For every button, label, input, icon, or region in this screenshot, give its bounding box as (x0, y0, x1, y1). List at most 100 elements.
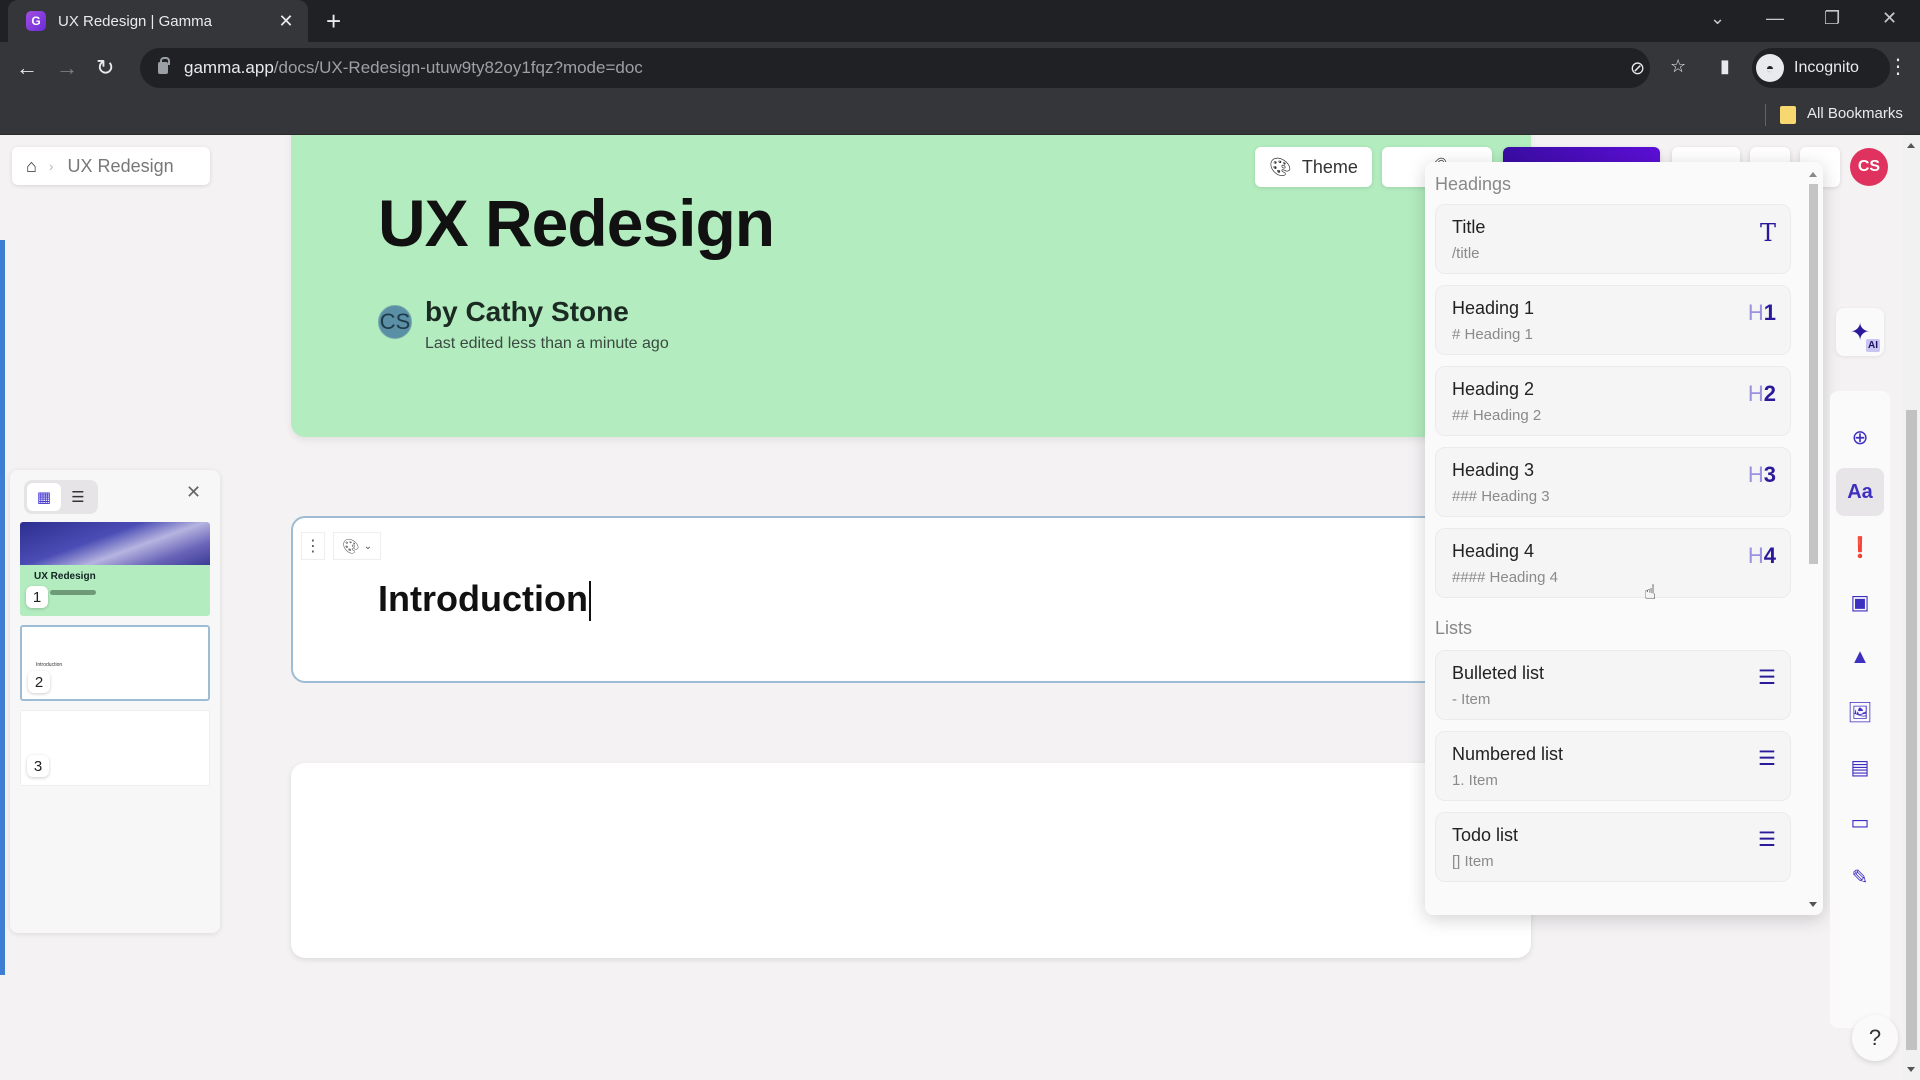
heading-4-icon: H4 (1747, 543, 1776, 568)
scroll-down-arrow[interactable] (1907, 1067, 1915, 1072)
chevron-down-icon: ⌄ (363, 540, 373, 552)
forward-button[interactable]: → (56, 55, 78, 81)
card-style-button[interactable]: 🎨︎ ⌄ (333, 532, 381, 560)
incognito-label: Incognito (1794, 59, 1859, 76)
restore-button[interactable]: ❐ (1824, 8, 1840, 29)
slide-number: 3 (27, 755, 49, 777)
intro-heading[interactable]: Introduction (378, 578, 591, 622)
scroll-down-arrow[interactable] (1809, 902, 1817, 907)
ai-assistant-button[interactable]: ✦ AI (1836, 308, 1884, 356)
form-edit-icon[interactable]: ✎ (1836, 853, 1884, 901)
back-button[interactable]: ← (16, 55, 38, 81)
eye-off-icon[interactable]: ⊘ (1630, 58, 1645, 79)
all-bookmarks-button[interactable]: All Bookmarks (1807, 105, 1903, 122)
browser-menu-icon[interactable]: ⋮ (1888, 54, 1908, 79)
page-scrollbar[interactable] (1903, 135, 1920, 1080)
item-label: Heading 3 (1452, 460, 1535, 480)
reload-button[interactable]: ↻ (96, 55, 114, 81)
slide-thumb-2[interactable]: Introduction 2 (20, 625, 210, 701)
item-hint: - Item (1452, 691, 1491, 708)
theme-button[interactable]: 🎨︎ Theme (1255, 147, 1372, 187)
list-view-icon[interactable]: ☰ (61, 483, 95, 511)
item-label: Todo list (1452, 825, 1519, 845)
author-name: by Cathy Stone (425, 296, 629, 327)
item-hint: ### Heading 3 (1452, 488, 1550, 505)
thumb-title: Introduction (36, 662, 63, 668)
menu-item-heading-1[interactable]: Heading 1 # Heading 1 H1 (1435, 285, 1791, 355)
slide-number: 2 (28, 671, 50, 693)
callout-icon[interactable]: ❗ (1836, 523, 1884, 571)
url-path: /docs/UX-Redesign-utuw9ty82oy1fqz?mode=d… (273, 58, 643, 77)
scroll-up-arrow[interactable] (1809, 172, 1817, 177)
chevron-right-icon: › (48, 158, 54, 174)
item-label: Numbered list (1452, 744, 1564, 764)
shapes-icon[interactable]: ▲ (1836, 633, 1884, 681)
help-button[interactable]: ? (1852, 1015, 1898, 1061)
menu-item-todo-list[interactable]: Todo list [] Item ☰ (1435, 812, 1791, 882)
folder-icon (1780, 106, 1796, 124)
heading-2-icon: H2 (1747, 381, 1776, 406)
browser-tab[interactable]: G UX Redesign | Gamma ✕ (8, 0, 308, 42)
home-icon[interactable]: ⌂ (26, 156, 37, 177)
close-tab-icon[interactable]: ✕ (276, 11, 296, 32)
text-formatting-icon[interactable]: Aa (1836, 468, 1884, 516)
gamma-favicon-icon: G (26, 11, 46, 31)
menu-scroll-thumb[interactable] (1809, 184, 1818, 564)
image-icon[interactable]: 🖼︎ (1836, 688, 1884, 736)
menu-item-title[interactable]: Title /title T (1435, 204, 1791, 274)
menu-item-numbered-list[interactable]: Numbered list 1. Item ☰ (1435, 731, 1791, 801)
close-panel-icon[interactable]: ✕ (186, 482, 201, 503)
todo-list-icon: ☰ (1758, 829, 1776, 851)
menu-item-heading-2[interactable]: Heading 2 ## Heading 2 H2 (1435, 366, 1791, 436)
user-avatar[interactable]: CS (1850, 148, 1888, 186)
menu-item-heading-4[interactable]: Heading 4 #### Heading 4 H4 (1435, 528, 1791, 598)
incognito-icon: ◓ (1756, 54, 1784, 82)
left-accent-bar (0, 240, 5, 975)
browser-navbar: ← → ↻ gamma.app/docs/UX-Redesign-utuw9ty… (0, 42, 1920, 96)
menu-item-heading-3[interactable]: Heading 3 ### Heading 3 H3 (1435, 447, 1791, 517)
side-panel-icon[interactable]: ▮ (1720, 56, 1730, 77)
video-icon[interactable]: ▤ (1836, 743, 1884, 791)
menu-scrollbar[interactable] (1807, 172, 1819, 907)
slide-thumb-3[interactable]: 3 (20, 710, 210, 786)
doc-title[interactable]: UX Redesign (378, 185, 775, 261)
theme-label: Theme (1301, 156, 1358, 177)
filmstrip-view-icon[interactable]: ▦ (27, 483, 61, 511)
intro-card[interactable]: ⋮ 🎨︎ ⌄ Introduction (291, 516, 1531, 683)
bookmarks-bar: All Bookmarks (0, 96, 1920, 135)
bookmarks-divider (1765, 104, 1766, 126)
slide-thumb-1[interactable]: UX Redesign 1 (20, 522, 210, 616)
scroll-up-arrow[interactable] (1907, 143, 1915, 148)
bookmark-star-icon[interactable]: ☆ (1670, 56, 1686, 77)
item-label: Heading 1 (1452, 298, 1535, 318)
gamma-app: UX Redesign CS by Cathy Stone Last edite… (0, 135, 1920, 1080)
incognito-profile-button[interactable]: ◓ Incognito (1752, 48, 1890, 88)
tab-search-chevron-icon[interactable]: ⌄ (1710, 8, 1725, 29)
empty-card[interactable] (291, 763, 1531, 958)
bulleted-list-icon: ☰ (1758, 667, 1776, 689)
add-card-icon[interactable]: ⊕ (1836, 413, 1884, 461)
close-window-button[interactable]: ✕ (1882, 8, 1897, 29)
tab-title: UX Redesign | Gamma (58, 12, 212, 30)
browser-tab-strip: G UX Redesign | Gamma ✕ + ⌄ — ❐ ✕ (0, 0, 1920, 42)
section-lists: Lists (1435, 618, 1473, 638)
heading-1-icon: H1 (1747, 300, 1776, 325)
item-hint: ## Heading 2 (1452, 407, 1542, 424)
new-tab-button[interactable]: + (326, 8, 341, 34)
page-scroll-thumb[interactable] (1906, 410, 1917, 1050)
address-bar[interactable]: gamma.app/docs/UX-Redesign-utuw9ty82oy1f… (140, 48, 1650, 88)
item-label: Bulleted list (1452, 663, 1545, 683)
lock-icon (158, 57, 170, 74)
palette-icon: 🎨︎ (1269, 156, 1292, 177)
title-icon: T (1759, 219, 1776, 247)
breadcrumb: ⌂ › UX Redesign (12, 147, 210, 185)
card-menu-icon[interactable]: ⋮ (301, 532, 325, 560)
breadcrumb-current[interactable]: UX Redesign (68, 156, 174, 177)
hand-cursor-icon: ☝ (1644, 582, 1657, 604)
text-caret (588, 581, 591, 622)
item-hint: #### Heading 4 (1452, 569, 1558, 586)
menu-item-bulleted-list[interactable]: Bulleted list - Item ☰ (1435, 650, 1791, 720)
layout-icon[interactable]: ▣ (1836, 578, 1884, 626)
minimize-button[interactable]: — (1766, 8, 1784, 29)
embed-icon[interactable]: ▭ (1836, 798, 1884, 846)
